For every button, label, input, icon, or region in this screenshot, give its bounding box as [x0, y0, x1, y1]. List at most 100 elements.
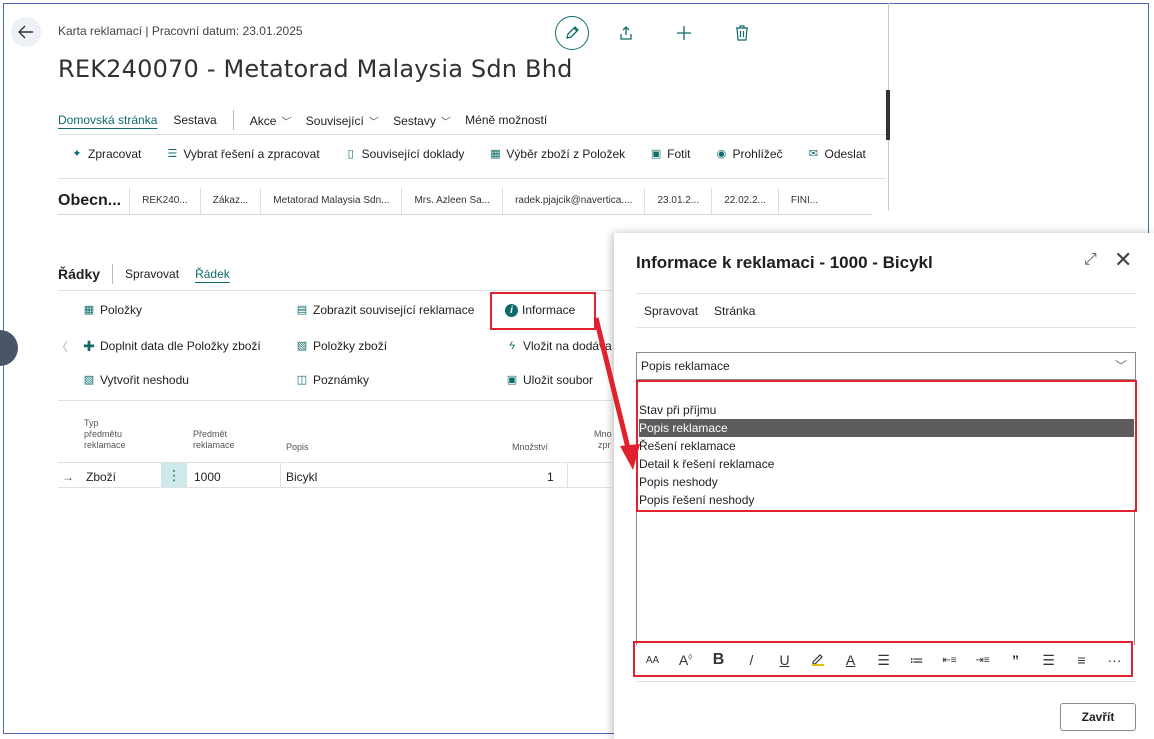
save-icon: ▣ — [506, 374, 518, 386]
item-entries-button[interactable]: ▧ Položky zboží — [295, 339, 387, 353]
divider — [636, 681, 1136, 682]
select-solution-button[interactable]: ☰ Vybrat řešení a zpracovat — [165, 147, 319, 161]
share-button[interactable] — [614, 21, 638, 45]
row-subject-cell[interactable]: 1000 — [194, 470, 221, 484]
menu-related[interactable]: Související ﹀ — [306, 113, 377, 128]
add-button[interactable] — [672, 21, 696, 45]
comment-icon: ◫ — [296, 374, 308, 386]
document-icon: ▧ — [83, 374, 95, 386]
menu-less-options[interactable]: Méně možností — [465, 113, 547, 127]
trash-icon — [736, 25, 748, 41]
plus-icon: ✚ — [83, 338, 95, 354]
share-icon — [620, 26, 632, 40]
column-header-description[interactable]: Popis — [286, 442, 309, 453]
dialog-manage-tab[interactable]: Spravovat — [644, 304, 698, 318]
lines-header: Řádky Spravovat Řádek — [58, 264, 246, 284]
fasttab-title[interactable]: Obecn... — [58, 188, 121, 214]
column-header-subject[interactable]: Předmět reklamace — [193, 429, 235, 451]
photo-button[interactable]: ▣ Fotit — [649, 147, 691, 161]
row-indicator-icon: → — [62, 470, 74, 484]
chevron-down-icon: ﹀ — [367, 116, 378, 128]
process-icon: ✦ — [72, 148, 82, 160]
viewer-button[interactable]: ◉ Prohlížeč — [714, 147, 783, 161]
action-menu-bar: Domovská stránka Sestava Akce ﹀ Souvisej… — [58, 110, 563, 130]
edit-button[interactable] — [555, 16, 589, 50]
arrow-left-icon — [18, 25, 33, 39]
row-type-cell[interactable]: Zboží — [86, 470, 116, 484]
fasttab-cell: Metatorad Malaysia Sdn... — [260, 188, 401, 214]
divider — [58, 178, 886, 179]
divider — [58, 290, 612, 291]
divider — [567, 463, 568, 487]
select-list-icon: ☰ — [167, 148, 178, 160]
column-header-type[interactable]: Typ předmětu reklamace — [84, 418, 126, 451]
promoted-actions: ✦ Zpracovat ☰ Vybrat řešení a zpracovat ▯ S… — [70, 147, 891, 161]
grid-icon: ▦ — [490, 148, 501, 160]
fasttab-cell: FINI... — [777, 188, 830, 214]
document-icon: ▧ — [296, 340, 308, 352]
grid-icon: ▦ — [83, 304, 95, 316]
scrollbar[interactable] — [886, 90, 890, 140]
related-documents-button[interactable]: ▯ Související doklady — [344, 147, 465, 161]
document-icon: ▯ — [347, 148, 354, 160]
save-file-button[interactable]: ▣ Uložit soubor — [505, 373, 593, 387]
menu-reports[interactable]: Sestavy ﹀ — [393, 113, 449, 128]
fill-data-button[interactable]: ✚ Doplnit data dle Položky zboží — [82, 339, 261, 353]
lines-line-tab[interactable]: Řádek — [195, 267, 230, 281]
rich-text-editor[interactable] — [636, 509, 1135, 645]
fasttab-cell: radek.pjajcik@navertica.... — [502, 188, 644, 214]
fasttab-cell: Mrs. Azleen Sa... — [401, 188, 502, 214]
divider — [58, 134, 886, 135]
insert-delivery-button[interactable]: ϟ Vložit na dodáva — [505, 339, 615, 353]
divider — [58, 214, 872, 215]
send-button[interactable]: ✉ Odeslat — [807, 147, 867, 161]
entries-button[interactable]: ▦ Položky — [82, 303, 142, 317]
row-more-options-button[interactable]: ⋮ — [161, 463, 187, 487]
lines-manage-tab[interactable]: Spravovat — [125, 267, 179, 281]
menu-report[interactable]: Sestava — [173, 113, 216, 127]
chevron-left-icon[interactable]: 〈 — [56, 338, 68, 355]
fasttab-cell: 23.01.2... — [644, 188, 711, 214]
divider — [636, 327, 1136, 328]
plus-icon — [677, 26, 691, 40]
column-header-qty-processed[interactable]: Mno zpr — [594, 429, 612, 451]
mail-icon: ✉ — [808, 148, 819, 160]
chevron-down-icon: ﹀ — [439, 116, 450, 128]
column-header-quantity[interactable]: Množství — [512, 442, 548, 453]
breadcrumb: Karta reklamací | Pracovní datum: 23.01.… — [58, 24, 303, 38]
highlight-box — [636, 380, 1137, 512]
lightning-icon: ϟ — [509, 340, 515, 352]
divider — [112, 264, 114, 284]
notes-button[interactable]: ◫ Poznámky — [295, 373, 369, 387]
eye-icon: ◉ — [716, 148, 727, 160]
close-button[interactable]: Zavřít — [1060, 703, 1136, 731]
select-items-button[interactable]: ▦ Výběr zboží z Položek — [488, 147, 625, 161]
fasttab-cell: 22.02.2... — [711, 188, 778, 214]
dialog-page-tab[interactable]: Stránka — [714, 304, 755, 318]
dialog-title: Informace k reklamaci - 1000 - Bicykl — [636, 253, 933, 272]
chevron-down-icon: ﹀ — [1114, 359, 1127, 373]
create-nonconformity-button[interactable]: ▧ Vytvořit neshodu — [82, 373, 189, 387]
row-description-cell[interactable]: Bicykl — [286, 470, 317, 484]
divider — [58, 462, 612, 463]
delete-button[interactable] — [730, 21, 754, 45]
back-button[interactable] — [11, 17, 41, 47]
divider — [232, 110, 234, 130]
close-icon[interactable]: ✕ — [1114, 247, 1132, 273]
menu-actions[interactable]: Akce ﹀ — [250, 113, 290, 128]
highlight-box — [490, 292, 596, 330]
related-icon: ▤ — [296, 304, 308, 316]
menu-home[interactable]: Domovská stránka — [58, 113, 157, 127]
highlight-box — [633, 641, 1133, 677]
divider — [280, 463, 281, 487]
pencil-icon — [566, 26, 579, 39]
process-button[interactable]: ✦ Zpracovat — [70, 147, 141, 161]
page-title: REK240070 - Metatorad Malaysia Sdn Bhd — [58, 55, 573, 83]
show-related-claims-button[interactable]: ▤ Zobrazit související reklamace — [295, 303, 475, 317]
divider — [58, 400, 612, 401]
general-fasttab[interactable]: Obecn... REK240... Zákaz... Metatorad Ma… — [58, 188, 830, 214]
chevron-down-icon: ﹀ — [279, 116, 290, 128]
info-type-select[interactable]: Popis reklamace ﹀ — [636, 352, 1136, 380]
expand-icon[interactable]: ⤢ — [1084, 251, 1097, 269]
row-quantity-cell[interactable]: 1 — [547, 470, 554, 484]
